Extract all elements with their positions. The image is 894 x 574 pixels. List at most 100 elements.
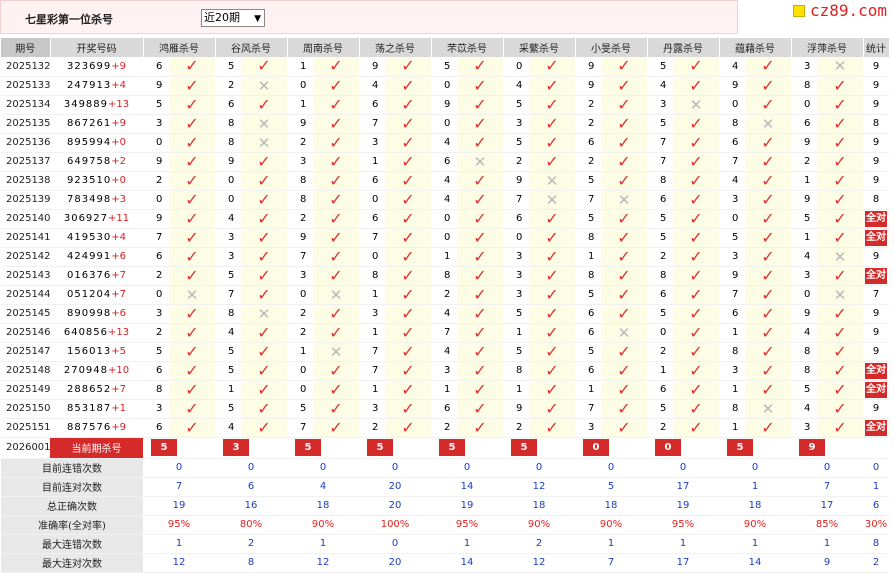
- check-icon: ✓: [833, 228, 847, 247]
- check-icon: ✓: [617, 133, 631, 152]
- header-method-6: 采蘩杀号: [503, 38, 576, 57]
- draw-bonus: +10: [108, 365, 130, 376]
- check-icon: ✓: [169, 323, 215, 343]
- check-icon: ✓: [457, 285, 503, 305]
- draw-bonus: +0: [111, 137, 126, 148]
- check-icon: ✓: [601, 133, 647, 153]
- kill-number: 7: [143, 228, 169, 248]
- current-kill-cell: 5: [503, 437, 575, 459]
- check-icon: ✓: [529, 323, 575, 343]
- check-icon: ✓: [601, 228, 647, 248]
- draw-numbers: 247913+4: [50, 76, 143, 96]
- kill-number: 1: [215, 380, 241, 400]
- kill-number: 1: [503, 323, 529, 343]
- stats-total: 1: [863, 477, 889, 497]
- check-icon: ✓: [169, 247, 215, 267]
- check-icon: ✓: [601, 285, 647, 305]
- stats-value: 20: [359, 477, 431, 497]
- check-icon: ✓: [473, 171, 487, 190]
- kill-number: 0: [143, 133, 169, 153]
- period-select[interactable]: 近20期 ▼: [201, 9, 265, 27]
- brand-mark-icon: [793, 5, 805, 17]
- check-icon: ✓: [761, 342, 775, 361]
- check-icon: ✓: [545, 361, 559, 380]
- check-icon: ✓: [313, 399, 359, 419]
- stats-value: 1: [575, 534, 647, 554]
- check-icon: ✓: [761, 304, 775, 323]
- check-icon: ✓: [745, 228, 791, 248]
- kill-number: 5: [791, 380, 817, 400]
- check-icon: ✓: [241, 190, 287, 210]
- row-stat-value: 全对: [865, 419, 887, 436]
- check-icon: ✓: [313, 76, 359, 96]
- kill-number: 6: [143, 247, 169, 267]
- stats-row: 准确率(全对率) 95% 80% 90% 100% 95% 90% 90% 95% 90% 85% 3…: [1, 515, 889, 535]
- draw-numbers: 867261+9: [50, 114, 143, 134]
- check-icon: ✓: [241, 361, 287, 381]
- cross-icon: ✕: [761, 114, 775, 133]
- check-icon: ✓: [601, 57, 647, 77]
- kill-number: 0: [431, 114, 457, 134]
- kill-number: 0: [359, 190, 385, 210]
- check-icon: ✓: [169, 228, 215, 248]
- kill-number: 6: [359, 209, 385, 229]
- kill-number: 4: [431, 304, 457, 324]
- stats-value: 0: [359, 534, 431, 554]
- stats-value: 1: [287, 534, 359, 554]
- header-draw: 开奖号码: [50, 38, 144, 57]
- check-icon: ✓: [529, 285, 575, 305]
- check-icon: ✓: [241, 228, 287, 248]
- check-icon: ✓: [457, 209, 503, 229]
- stats-value: 17: [791, 496, 863, 516]
- check-icon: ✓: [817, 76, 863, 96]
- stats-value: 2: [215, 534, 287, 554]
- check-icon: ✓: [257, 247, 271, 266]
- stats-label: 最大连对次数: [1, 553, 143, 573]
- check-icon: ✓: [385, 114, 431, 134]
- kill-number: 7: [503, 190, 529, 210]
- check-icon: ✓: [529, 342, 575, 362]
- header-stat: 统计: [863, 38, 890, 57]
- check-icon: ✓: [617, 285, 631, 304]
- stats-row: 最大连对次数 12 8 12 20 14 12 7 17 14 9 2: [1, 553, 889, 573]
- row-stat: 9: [863, 247, 889, 267]
- kill-number: 2: [647, 342, 673, 362]
- kill-number: 3: [791, 418, 817, 438]
- check-icon: ✓: [169, 361, 215, 381]
- kill-number: 1: [647, 361, 673, 381]
- check-icon: ✓: [617, 76, 631, 95]
- check-icon: ✓: [185, 247, 199, 266]
- check-icon: ✓: [401, 266, 415, 285]
- check-icon: ✓: [401, 361, 415, 380]
- check-icon: ✓: [745, 342, 791, 362]
- check-icon: ✓: [457, 76, 503, 96]
- check-icon: ✓: [313, 152, 359, 172]
- check-icon: ✓: [385, 190, 431, 210]
- stats-value: 1: [647, 534, 719, 554]
- check-icon: ✓: [257, 399, 271, 418]
- check-icon: ✓: [761, 361, 775, 380]
- cross-icon: ✕: [241, 114, 287, 134]
- check-icon: ✓: [313, 190, 359, 210]
- draw-bonus: +13: [108, 327, 130, 338]
- kill-number: 0: [215, 171, 241, 191]
- check-icon: ✓: [401, 152, 415, 171]
- check-icon: ✓: [545, 57, 559, 76]
- kill-number: 4: [791, 399, 817, 419]
- check-icon: ✓: [545, 399, 559, 418]
- check-icon: ✓: [529, 152, 575, 172]
- cross-icon: ✕: [529, 171, 575, 191]
- kill-number: 2: [431, 285, 457, 305]
- check-icon: ✓: [817, 171, 863, 191]
- cross-icon: ✕: [329, 285, 343, 304]
- check-icon: ✓: [617, 114, 631, 133]
- brand-logo[interactable]: cz89.com: [788, 0, 894, 22]
- row-stat-value: 9: [872, 308, 880, 319]
- check-icon: ✓: [185, 76, 199, 95]
- check-icon: ✓: [241, 399, 287, 419]
- draw-numbers: 640856+13: [50, 323, 143, 343]
- check-icon: ✓: [617, 361, 631, 380]
- current-kill-badge: 0: [583, 439, 609, 456]
- check-icon: ✓: [473, 304, 487, 323]
- check-icon: ✓: [313, 304, 359, 324]
